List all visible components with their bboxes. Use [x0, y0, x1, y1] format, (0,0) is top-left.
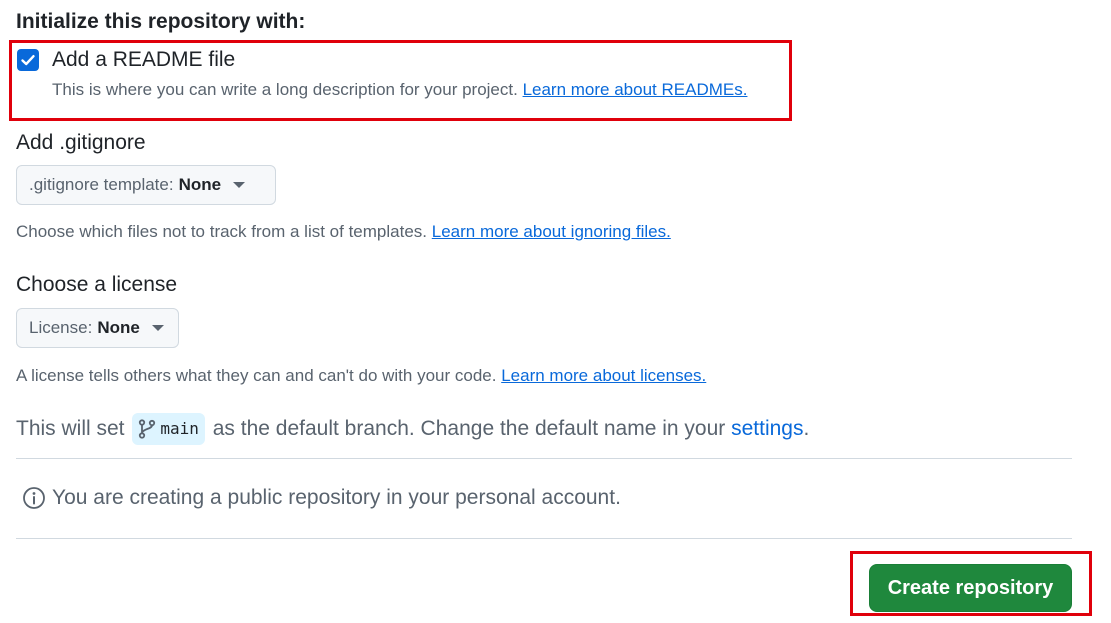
- init-section-heading: Initialize this repository with:: [16, 10, 306, 33]
- license-description-text: A license tells others what they can and…: [16, 366, 497, 385]
- chevron-down-icon: [233, 182, 246, 188]
- license-select-value: None: [97, 318, 140, 337]
- public-repo-notice: You are creating a public repository in …: [22, 486, 621, 510]
- license-learn-more-link[interactable]: Learn more about licenses.: [501, 366, 706, 385]
- license-description: A license tells others what they can and…: [16, 366, 706, 386]
- license-heading: Choose a license: [16, 273, 178, 296]
- settings-link[interactable]: settings: [731, 417, 803, 440]
- gitignore-description-text: Choose which files not to track from a l…: [16, 222, 428, 241]
- gitignore-description: Choose which files not to track from a l…: [16, 222, 671, 242]
- gitignore-learn-more-link[interactable]: Learn more about ignoring files.: [432, 222, 671, 241]
- default-branch-text-before: This will set: [16, 417, 125, 440]
- create-button-highlight-box: [850, 551, 1092, 616]
- branch-name: main: [160, 419, 199, 439]
- gitignore-select-label: .gitignore template:: [29, 175, 174, 194]
- gitignore-template-select[interactable]: .gitignore template: None: [16, 165, 276, 205]
- default-branch-line: This will set main as the default branch…: [16, 412, 809, 446]
- branch-chip: main: [132, 413, 205, 446]
- default-branch-text-after: as the default branch. Change the defaul…: [212, 417, 726, 440]
- readme-highlight-box: [9, 40, 792, 121]
- default-branch-period: .: [803, 417, 810, 440]
- git-branch-icon: [139, 419, 156, 440]
- gitignore-select-value: None: [178, 175, 222, 194]
- license-select-label: License:: [29, 318, 93, 337]
- gitignore-heading: Add .gitignore: [16, 131, 146, 154]
- chevron-down-icon: [151, 325, 164, 331]
- divider-bottom: [16, 538, 1072, 539]
- license-select[interactable]: License: None: [16, 308, 179, 348]
- divider-top: [16, 458, 1072, 459]
- notice-text: You are creating a public repository in …: [52, 486, 621, 509]
- info-icon: [23, 487, 45, 509]
